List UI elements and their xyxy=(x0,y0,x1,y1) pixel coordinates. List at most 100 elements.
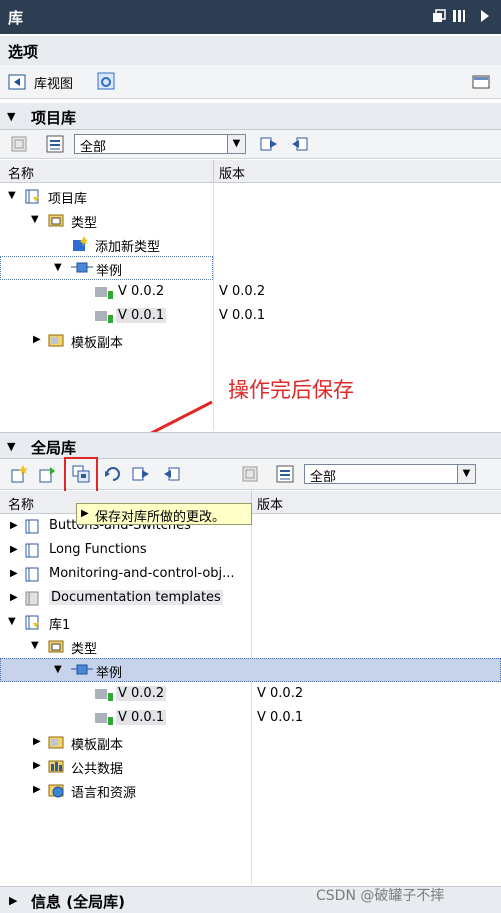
tree-item-label: 项目库 xyxy=(48,192,88,207)
tree-item-label: 举例 xyxy=(96,264,123,279)
tree-item-example[interactable]: ▼ 举例 xyxy=(0,256,213,280)
tree-item-long-functions[interactable]: ▶ Long Functions xyxy=(0,538,501,562)
library-book-icon xyxy=(24,518,40,534)
tree-item-label: V 0.0.1 xyxy=(116,308,167,323)
tree-item-add-new-type[interactable]: 添加新类型 xyxy=(0,232,501,256)
layout-icon[interactable] xyxy=(452,9,466,23)
types-folder-icon xyxy=(48,212,64,228)
chevron-right-icon[interactable]: ▶ xyxy=(33,760,41,771)
library-view-label[interactable]: 库视图 xyxy=(34,73,73,92)
tree-item-library-1[interactable]: ▼ 库1 xyxy=(0,610,501,634)
window-title: 库 xyxy=(8,9,24,27)
chevron-down-icon[interactable]: ▼ xyxy=(227,135,245,153)
tree-item-common-data[interactable]: ▶ 公共数据 xyxy=(0,754,501,778)
version-icon xyxy=(94,686,113,702)
open-global-library-icon[interactable] xyxy=(38,465,56,483)
tree-item-version-002[interactable]: V 0.0.2 V 0.0.2 xyxy=(0,280,501,304)
close-global-library-icon[interactable] xyxy=(104,465,122,483)
update-project-icon[interactable] xyxy=(290,135,308,153)
tree-item-label: V 0.0.2 xyxy=(116,686,167,701)
global-library-title: 全局库 xyxy=(31,439,77,457)
chevron-down-icon[interactable]: ▼ xyxy=(457,465,475,483)
chevron-right-icon[interactable]: ▶ xyxy=(10,544,18,555)
open-library-icon[interactable] xyxy=(10,135,28,153)
chevron-down-icon[interactable]: ▼ xyxy=(31,214,39,225)
show-panel-icon[interactable] xyxy=(472,73,490,91)
tree-item-label: 类型 xyxy=(71,642,98,657)
save-tooltip: ▶ 保存对库所做的更改。 xyxy=(76,503,252,525)
tree-item-example-selected[interactable]: ▼ 举例 xyxy=(0,658,501,682)
tree-item-version-001[interactable]: V 0.0.1 V 0.0.1 xyxy=(0,304,501,328)
version-value: V 0.0.1 xyxy=(257,710,304,725)
library-task-card-titlebar: 库 xyxy=(0,0,501,34)
tree-item-types[interactable]: ▼ 类型 xyxy=(0,634,501,658)
types-folder-icon xyxy=(48,638,64,654)
chevron-right-icon[interactable]: ▶ xyxy=(10,520,18,531)
project-library-title: 项目库 xyxy=(31,109,77,127)
chevron-down-icon[interactable]: ▼ xyxy=(54,664,62,675)
version-icon xyxy=(94,710,113,726)
block-type-icon xyxy=(71,662,93,678)
project-filter-dropdown[interactable]: 全部 ▼ xyxy=(74,134,246,155)
tree-item-label: 语言和资源 xyxy=(71,786,137,801)
chevron-down-icon[interactable]: ▼ xyxy=(8,616,16,627)
tree-item-label: V 0.0.1 xyxy=(116,710,167,725)
library-book-icon xyxy=(24,590,40,606)
column-version-header[interactable]: 版本 xyxy=(219,163,245,182)
tree-item-label: V 0.0.2 xyxy=(118,284,165,299)
library-view-icon[interactable] xyxy=(8,73,26,91)
library-book-icon xyxy=(24,542,40,558)
chevron-right-icon[interactable]: ▶ xyxy=(33,784,41,795)
chevron-down-icon[interactable]: ▼ xyxy=(31,640,39,651)
tree-item-languages-resources[interactable]: ▶ 语言和资源 xyxy=(0,778,501,802)
block-type-icon xyxy=(71,260,93,276)
chevron-down-icon[interactable]: ▼ xyxy=(8,190,16,201)
tree-item-version-001[interactable]: V 0.0.1 V 0.0.1 xyxy=(0,706,501,730)
tree-item-documentation-templates[interactable]: ▶ Documentation templates xyxy=(0,586,501,610)
global-filter-dropdown[interactable]: 全部 ▼ xyxy=(304,464,476,485)
global-library-header[interactable]: ▼ 全局库 xyxy=(0,432,501,459)
list-view-icon[interactable] xyxy=(276,465,294,483)
library-book-icon xyxy=(24,614,40,630)
list-view-icon[interactable] xyxy=(46,135,64,153)
update-project-icon[interactable] xyxy=(162,465,180,483)
annotation-text: 操作完后保存 xyxy=(228,378,354,402)
column-name-header[interactable]: 名称 xyxy=(8,163,34,182)
save-button-highlight xyxy=(64,457,98,495)
tree-item-label: 添加新类型 xyxy=(95,240,161,255)
open-library-icon[interactable] xyxy=(241,465,259,483)
watermark: CSDN @破罐子不摔 xyxy=(316,888,445,904)
update-types-icon[interactable] xyxy=(260,135,278,153)
global-library-tree: ▶ Buttons-and-Switches ▶ Long Functions … xyxy=(0,514,501,884)
tree-item-label: Long Functions xyxy=(49,542,147,557)
library-management-icon[interactable] xyxy=(97,72,115,90)
tree-item-version-002[interactable]: V 0.0.2 V 0.0.2 xyxy=(0,682,501,706)
tree-item-master-copies[interactable]: ▶ 模板副本 xyxy=(0,730,501,754)
tree-item-master-copies[interactable]: ▶ 模板副本 xyxy=(0,328,501,352)
update-types-icon[interactable] xyxy=(132,465,150,483)
chevron-right-icon[interactable]: ▶ xyxy=(10,592,18,603)
chevron-right-icon: ▶ xyxy=(9,894,18,907)
options-header: 选项 xyxy=(0,36,501,65)
collapse-arrow-icon[interactable] xyxy=(478,9,492,23)
chevron-down-icon[interactable]: ▼ xyxy=(54,262,62,273)
tree-item-types[interactable]: ▼ 类型 xyxy=(0,208,501,232)
chevron-right-icon[interactable]: ▶ xyxy=(33,736,41,747)
column-name-header[interactable]: 名称 xyxy=(8,494,34,513)
tree-item-monitoring-and-control[interactable]: ▶ Monitoring-and-control-obj... xyxy=(0,562,501,586)
options-title: 选项 xyxy=(8,43,39,61)
options-toolbar: 库视图 xyxy=(0,65,501,99)
create-new-global-library-icon[interactable] xyxy=(10,465,28,483)
project-library-header[interactable]: ▼ 项目库 xyxy=(0,103,501,130)
master-copies-folder-icon xyxy=(48,734,64,750)
float-window-icon[interactable] xyxy=(432,9,446,23)
tree-item-label: 模板副本 xyxy=(71,336,124,351)
info-title: 信息 (全局库) xyxy=(31,893,125,911)
column-divider[interactable] xyxy=(213,160,214,183)
version-value: V 0.0.2 xyxy=(219,284,266,299)
tree-item-project-library[interactable]: ▼ 项目库 xyxy=(0,184,501,208)
chevron-right-icon[interactable]: ▶ xyxy=(33,334,41,345)
project-filter-value: 全部 xyxy=(80,140,107,155)
column-version-header[interactable]: 版本 xyxy=(257,494,283,513)
chevron-right-icon[interactable]: ▶ xyxy=(10,568,18,579)
